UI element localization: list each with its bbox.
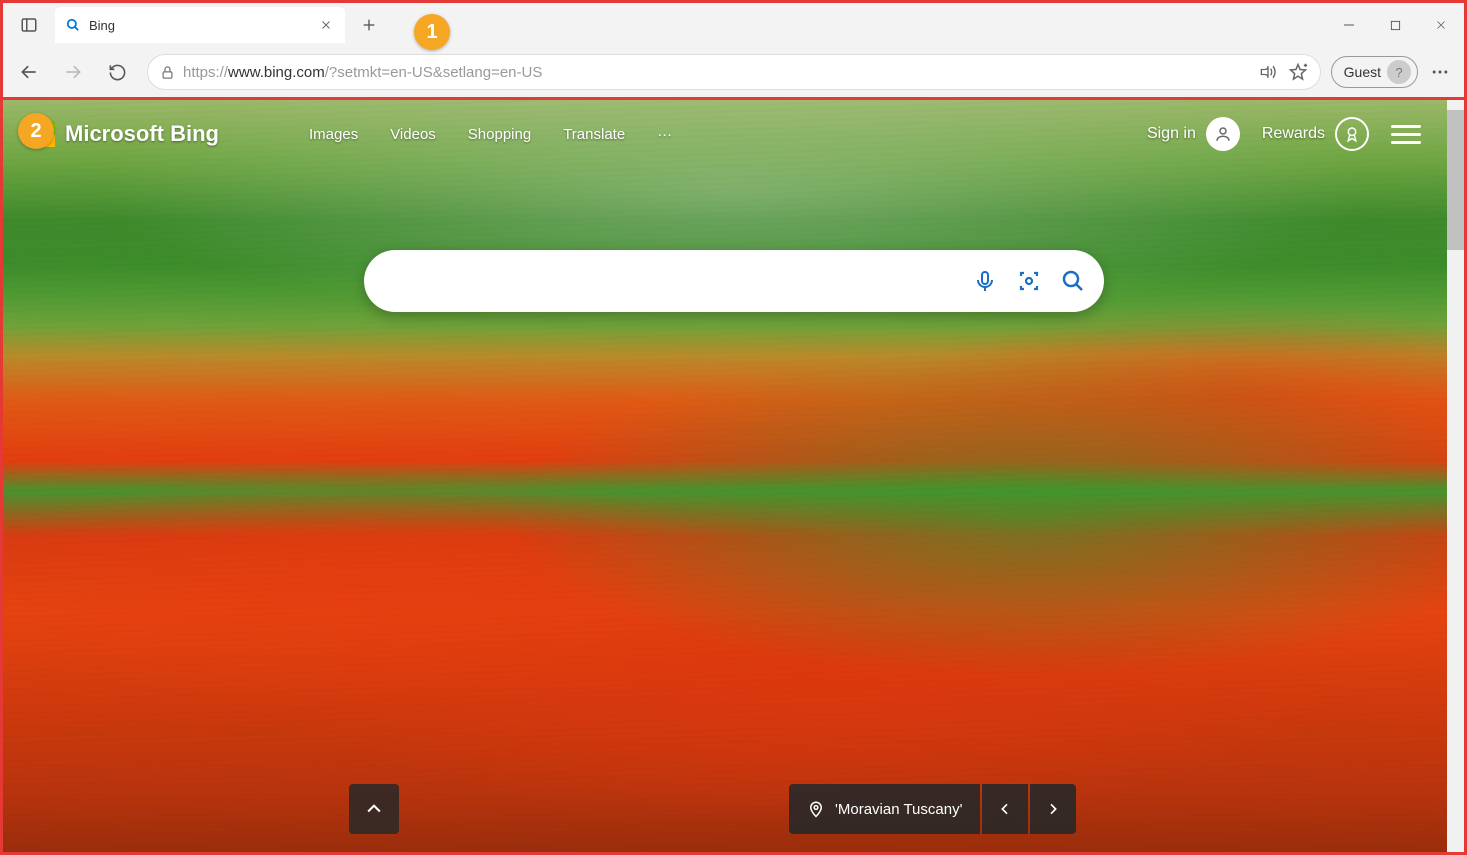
url-text: https://www.bing.com/?setmkt=en-US&setla… [183,64,542,81]
address-bar[interactable]: https://www.bing.com/?setmkt=en-US&setla… [147,54,1321,90]
profile-label: Guest [1344,64,1381,80]
rewards-button[interactable]: Rewards [1262,117,1369,151]
user-icon [1206,117,1240,151]
window-close-button[interactable] [1418,3,1464,47]
bing-header-right: Sign in Rewards [1147,117,1421,151]
profile-avatar-icon: ? [1387,60,1411,84]
search-submit-icon[interactable] [1060,268,1086,294]
tab-actions-button[interactable] [11,7,47,43]
new-tab-button[interactable] [353,9,385,41]
signin-label: Sign in [1147,125,1196,143]
bing-logo-text: Microsoft Bing [65,121,219,147]
image-search-icon[interactable] [1016,268,1042,294]
image-info-bar: 'Moravian Tuscany' [789,784,1076,834]
image-caption: 'Moravian Tuscany' [835,801,962,818]
tab-title: Bing [89,18,309,33]
browser-tab[interactable]: Bing [55,7,345,43]
expand-up-button[interactable] [349,784,399,834]
window-minimize-button[interactable] [1326,3,1372,47]
refresh-button[interactable] [97,52,137,92]
back-button[interactable] [9,52,49,92]
annotation-badge-1: 1 [414,14,450,50]
settings-more-button[interactable] [1422,54,1458,90]
read-aloud-icon[interactable] [1258,62,1278,82]
background-image [3,100,1464,852]
forward-button[interactable] [53,52,93,92]
profile-button[interactable]: Guest ? [1331,56,1418,88]
search-container [364,250,1104,312]
bing-logo[interactable]: Microsoft Bing [29,121,219,147]
lock-icon [160,65,175,80]
bing-header: Microsoft Bing Images Videos Shopping Tr… [3,112,1447,156]
nav-translate[interactable]: Translate [563,126,625,143]
prev-image-button[interactable] [982,784,1028,834]
search-icon [65,17,81,33]
location-pin-icon [807,800,825,818]
page-viewport: Microsoft Bing Images Videos Shopping Tr… [0,100,1467,855]
favorites-icon[interactable] [1288,62,1308,82]
nav-more[interactable]: ··· [657,126,672,143]
next-image-button[interactable] [1030,784,1076,834]
scrollbar-thumb[interactable] [1447,110,1464,250]
search-box[interactable] [364,250,1104,312]
signin-button[interactable]: Sign in [1147,117,1240,151]
tab-strip: Bing [3,3,1464,47]
nav-shopping[interactable]: Shopping [468,126,531,143]
bing-nav: Images Videos Shopping Translate ··· [309,126,672,143]
image-info-button[interactable]: 'Moravian Tuscany' [789,784,980,834]
hamburger-menu-button[interactable] [1391,125,1421,144]
search-input[interactable] [390,271,972,291]
browser-chrome: Bing https://www.bing.com/?setmkt=en-US&… [0,0,1467,100]
window-controls [1326,3,1464,47]
annotation-badge-2: 2 [18,113,54,149]
scrollbar-track[interactable] [1447,100,1464,852]
voice-search-icon[interactable] [972,268,998,294]
tab-close-button[interactable] [317,16,335,34]
nav-videos[interactable]: Videos [390,126,436,143]
nav-images[interactable]: Images [309,126,358,143]
toolbar: https://www.bing.com/?setmkt=en-US&setla… [3,47,1464,97]
window-maximize-button[interactable] [1372,3,1418,47]
rewards-icon [1335,117,1369,151]
search-actions [972,268,1086,294]
rewards-label: Rewards [1262,125,1325,143]
